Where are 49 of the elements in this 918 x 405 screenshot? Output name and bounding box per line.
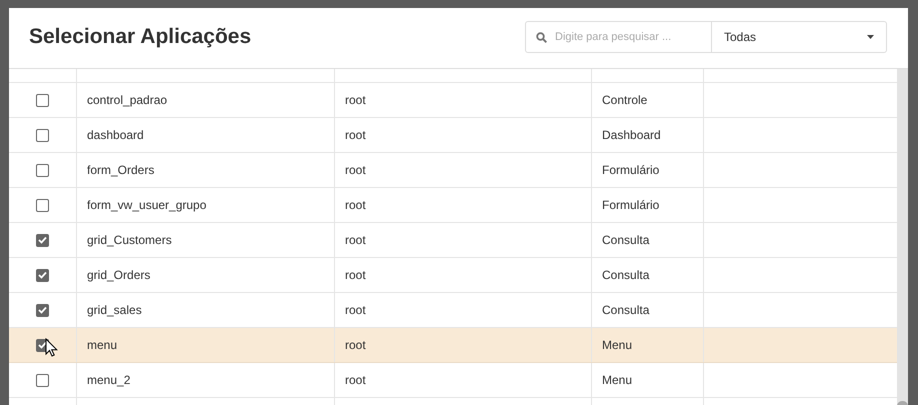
app-name: grid_Customers	[77, 223, 335, 257]
table-row[interactable]: dashboard root Dashboard	[9, 118, 897, 153]
owner-name: root	[335, 293, 592, 327]
checkbox[interactable]	[36, 374, 49, 386]
table-row[interactable]: control_padrao root Controle	[9, 83, 897, 118]
checkbox[interactable]	[36, 304, 49, 316]
pointer-cursor-icon	[45, 338, 58, 357]
owner-name: root	[335, 328, 592, 362]
table-row[interactable]: form_Orders root Formulário	[9, 153, 897, 188]
app-type: Menu	[592, 328, 704, 362]
highlighted-row[interactable]: menu root Menu	[9, 328, 897, 363]
owner-name: root	[335, 83, 592, 117]
checkbox[interactable]	[36, 128, 49, 142]
table-row[interactable]: grid_Orders root Consulta	[9, 258, 897, 293]
search-icon	[536, 32, 547, 42]
app-name: control_padrao	[77, 83, 335, 117]
checkbox[interactable]	[36, 94, 49, 106]
app-type: Consulta	[592, 258, 704, 292]
app-type: Formulário	[592, 153, 704, 187]
owner-name: root	[335, 153, 592, 187]
app-type: Consulta	[592, 223, 704, 257]
checkbox[interactable]	[36, 268, 49, 282]
app-name: grid_sales	[77, 293, 335, 327]
owner-name: root	[335, 188, 592, 222]
owner-name: root	[335, 223, 592, 257]
filter-dropdown[interactable]: Todas	[712, 22, 886, 52]
app-name: menu_2	[77, 363, 335, 397]
owner-name: root	[335, 258, 592, 292]
owner-name: root	[335, 363, 592, 397]
checkbox[interactable]	[36, 234, 49, 246]
app-name: grid_Orders	[77, 258, 335, 292]
table-row[interactable]: form_vw_usuer_grupo root Formulário	[9, 188, 897, 223]
app-type: Controle	[592, 83, 704, 117]
app-type: Dashboard	[592, 118, 704, 152]
table-row[interactable]: menu_2 root Menu	[9, 363, 897, 398]
scrollbar[interactable]	[897, 69, 908, 405]
app-name: form_Orders	[77, 153, 335, 187]
owner-name: root	[335, 118, 592, 152]
app-type: Consulta	[592, 293, 704, 327]
dialog-title: Selecionar Aplicações	[29, 25, 252, 49]
app-name: dashboard	[77, 118, 335, 152]
app-type: Menu	[592, 363, 704, 397]
table-row[interactable]: grid_Customers root Consulta	[9, 223, 897, 258]
app-type: Formulário	[592, 188, 704, 222]
caret-icon	[867, 35, 874, 39]
app-name: menu	[77, 328, 335, 362]
checkbox[interactable]	[36, 164, 49, 176]
app-name: form_vw_usuer_grupo	[77, 188, 335, 222]
checkbox[interactable]	[36, 198, 49, 212]
